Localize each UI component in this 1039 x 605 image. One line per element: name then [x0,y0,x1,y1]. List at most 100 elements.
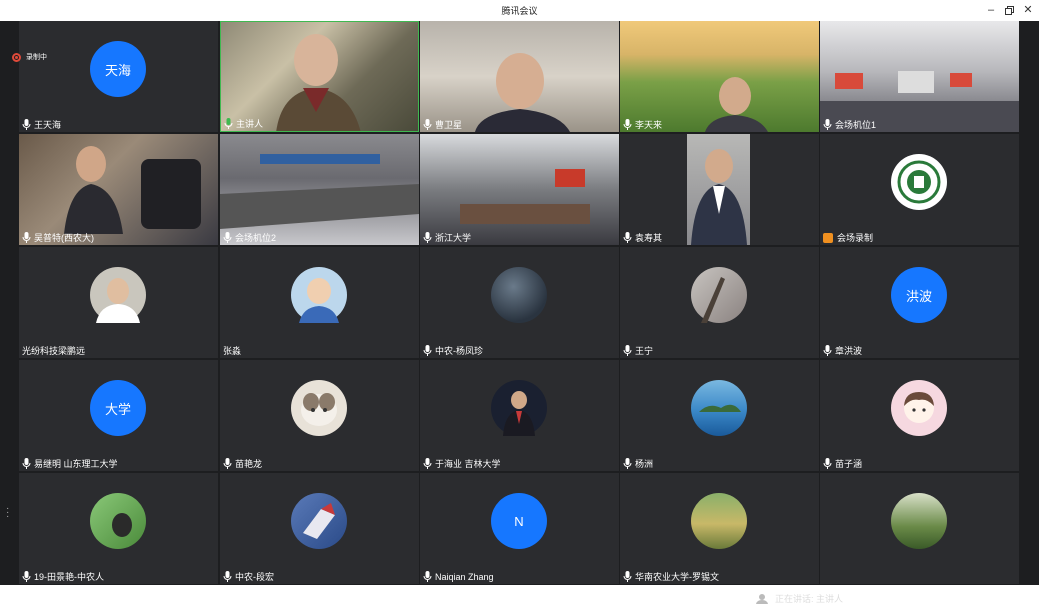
mic-icon [423,571,432,582]
mic-icon [22,232,31,243]
mic-icon [423,119,432,130]
participant-tile[interactable]: 大学 易继明 山东理工大学 [19,360,218,471]
mic-icon [623,345,632,356]
recording-indicator: 录制中 [12,52,47,62]
participant-tile[interactable]: 天海 王天海 [19,21,218,132]
participant-tile[interactable]: 苗艳龙 [220,360,419,471]
participant-tile[interactable] [820,473,1019,584]
participant-tile[interactable]: 中农-段宏 [220,473,419,584]
avatar [291,380,347,436]
participant-name-bar: 易继明 山东理工大学 [19,456,118,471]
avatar [491,267,547,323]
participant-name: 易继明 山东理工大学 [34,459,118,469]
avatar [891,493,947,549]
avatar [491,380,547,436]
university-logo [891,154,947,210]
participant-name: 于海业 吉林大学 [435,459,501,469]
minimize-icon[interactable]: – [982,2,1000,18]
participant-name: 会场机位1 [835,120,877,130]
participant-name-bar: 杨洲 [620,456,653,471]
video-feed [64,146,201,234]
participant-tile[interactable]: 会场机位1 [820,21,1019,132]
participant-tile[interactable]: N Naiqian Zhang [420,473,619,584]
participant-tile[interactable]: 19-田景艳-中农人 [19,473,218,584]
mic-icon [22,119,31,130]
participant-name: 华南农业大学-罗锡文 [635,572,719,582]
video-feed [475,53,570,132]
participant-name: 袁寿其 [635,233,663,243]
participant-tile[interactable]: 曹卫星 [420,21,619,132]
avatar [691,380,747,436]
participant-tile[interactable]: 张淼 [220,247,419,358]
participant-tile[interactable]: 洪波 章洪波 [820,247,1019,358]
participant-tile[interactable]: 于海业 吉林大学 [420,360,619,471]
participant-tile-active-speaker[interactable]: 主讲人 [220,21,419,132]
participant-tile[interactable]: 吴普特(西农大) [19,134,218,245]
recording-label: 录制中 [26,54,47,61]
list-toggle-icon[interactable]: · · · [6,504,9,522]
avatar [691,493,747,549]
participant-name: 苗艳龙 [235,459,263,469]
avatar [90,493,146,549]
close-icon[interactable]: ✕ [1019,2,1037,18]
participant-name: Naiqian Zhang [435,571,494,582]
participant-name-bar: 光纷科技梁鹏远 [19,343,85,358]
participant-name: 会场机位2 [235,233,277,243]
participant-name: 吴普特(西农大) [34,233,94,243]
video-feed [220,154,419,229]
restore-icon[interactable] [1000,2,1018,18]
participant-name-bar: 苗艳龙 [220,456,262,471]
participant-name: 中农-段宏 [235,572,274,582]
participant-tile[interactable]: 苗子涵 [820,360,1019,471]
participant-name: 苗子涵 [835,459,863,469]
mic-icon [223,571,232,582]
mic-icon [623,232,632,243]
mic-icon [623,458,632,469]
mic-icon [223,232,232,243]
window-title: 腾讯会议 [501,6,538,16]
participant-name-bar: 李天来 [620,117,662,132]
participant-tile[interactable]: 袁寿其 [620,134,819,245]
participant-name: 杨洲 [635,459,654,469]
participant-name-bar: 主讲人 [221,116,263,131]
mic-icon [423,345,432,356]
participant-tile[interactable]: 会场机位2 [220,134,419,245]
mic-icon [423,458,432,469]
participant-name-bar: 张淼 [220,343,241,358]
participant-name: 王宁 [635,346,654,356]
participant-name: 19-田景艳-中农人 [34,572,105,582]
mic-icon [223,458,232,469]
participant-name: 张淼 [223,346,242,356]
participant-tile[interactable]: 杨洲 [620,360,819,471]
participant-tile[interactable]: 浙江大学 [420,134,619,245]
participant-tile[interactable]: 光纷科技梁鹏远 [19,247,218,358]
mic-icon [823,119,832,130]
avatar: N [491,493,547,549]
participant-tile[interactable]: 华南农业大学-罗锡文 [620,473,819,584]
participant-name-bar: 曹卫星 [420,117,462,132]
participant-name-bar: 浙江大学 [420,230,471,245]
participant-name-bar: 会场机位1 [820,117,876,132]
participant-name: 光纷科技梁鹏远 [22,346,86,356]
participant-name-bar: 中农-杨凤珍 [420,343,483,358]
participant-name: 中农-杨凤珍 [435,346,483,356]
participant-name-bar: 会场机位2 [220,230,276,245]
participant-name-bar: 袁寿其 [620,230,662,245]
mic-icon [623,571,632,582]
participant-tile[interactable]: 会场录制 [820,134,1019,245]
participant-tile[interactable]: 王宁 [620,247,819,358]
participant-name-bar: 华南农业大学-罗锡文 [620,569,719,584]
video-feed [687,134,750,245]
avatar [291,267,347,323]
participant-name-bar: 于海业 吉林大学 [420,456,501,471]
participant-name-bar: 会场录制 [820,230,873,245]
participant-name: 曹卫星 [435,120,463,130]
mic-icon [22,571,31,582]
speaker-icon [756,594,768,604]
avatar: 大学 [90,380,146,436]
participant-name: 会场录制 [837,233,874,243]
participant-tile[interactable]: 中农-杨凤珍 [420,247,619,358]
avatar: 天海 [90,41,146,97]
participant-tile[interactable]: 李天来 [620,21,819,132]
mic-icon [224,118,233,129]
